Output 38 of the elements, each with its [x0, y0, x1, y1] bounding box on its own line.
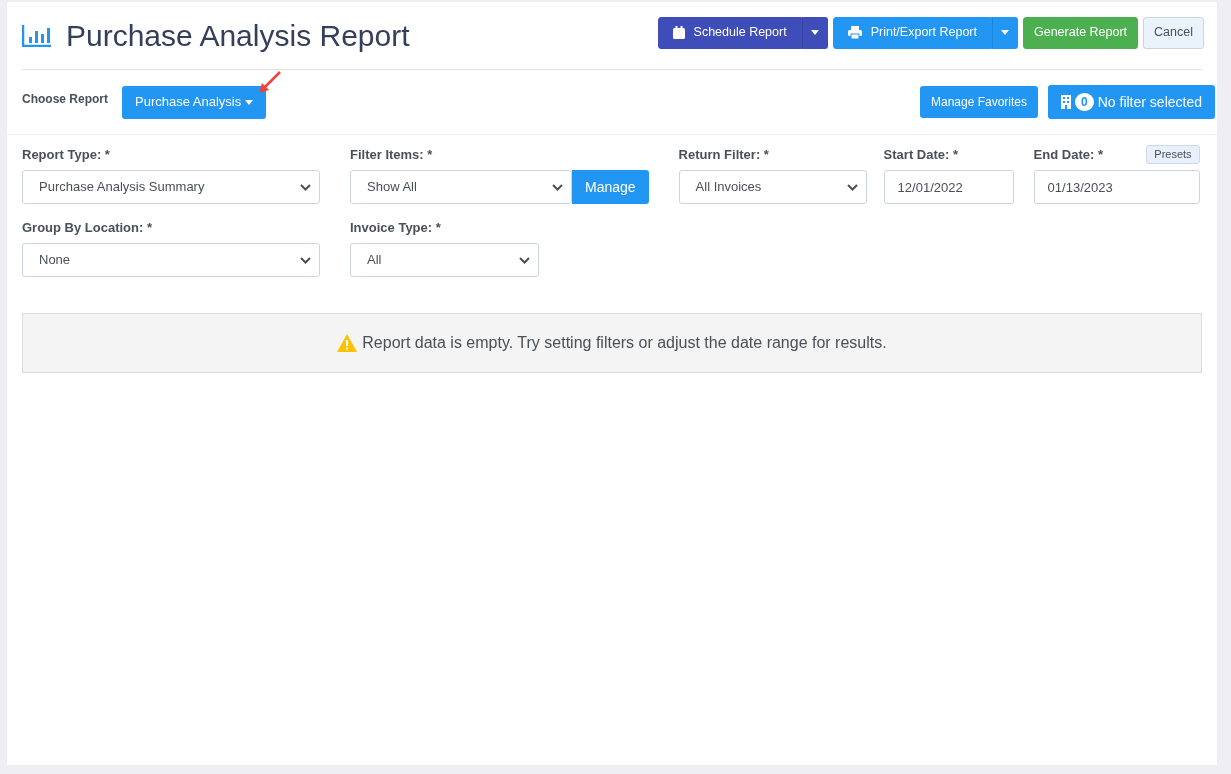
bar-chart-icon — [22, 24, 52, 47]
annotation-arrow-icon — [256, 69, 282, 96]
alert-message: Report data is empty. Try setting filters or adjust the date range for results. — [362, 333, 887, 353]
date-field[interactable]: 12/01/2022 — [883, 170, 1014, 204]
field-label: Filter Items: * — [350, 145, 433, 164]
select-field[interactable]: None — [22, 243, 320, 277]
choose-report-label: Choose Report — [22, 91, 108, 108]
building-icon — [1061, 95, 1072, 109]
field-label: Return Filter: * — [678, 145, 769, 164]
report-action-button[interactable]: Schedule Report — [657, 16, 802, 49]
dropdown-toggle-button[interactable] — [991, 16, 1018, 49]
caret-icon — [1000, 30, 1009, 35]
field-label: Report Type: * — [22, 145, 110, 164]
chevron-down-icon — [300, 256, 311, 264]
caret-icon — [810, 30, 819, 35]
chevron-down-icon — [300, 183, 311, 191]
chevron-down-icon — [519, 256, 530, 264]
chevron-down-icon — [846, 183, 858, 191]
field-label: Start Date: * — [883, 145, 958, 164]
printer-icon — [847, 26, 862, 39]
select-field[interactable]: Purchase Analysis Summary — [22, 170, 320, 204]
calendar-icon — [672, 26, 685, 39]
date-field[interactable]: 01/13/2023 — [1033, 170, 1200, 204]
field-label: End Date: * — [1033, 145, 1103, 164]
presets-button[interactable]: Presets — [1146, 145, 1200, 164]
chevron-down-icon — [552, 183, 563, 191]
filter-count-badge: 0 — [1075, 93, 1094, 111]
page-title: Purchase Analysis Report — [66, 18, 410, 54]
select-field[interactable]: All — [350, 243, 539, 277]
filter-status-text: No filter selected — [1097, 92, 1202, 112]
select-field[interactable]: All Invoices — [678, 170, 867, 204]
report-action-button[interactable]: Cancel — [1143, 16, 1204, 49]
caret-icon — [245, 99, 254, 105]
dropdown-toggle-button[interactable] — [801, 16, 828, 49]
field-label: Group By Location: * — [22, 218, 152, 237]
field-label: Invoice Type: * — [350, 218, 441, 237]
select-field[interactable]: Show All — [350, 170, 572, 204]
warning-icon — [337, 334, 358, 352]
